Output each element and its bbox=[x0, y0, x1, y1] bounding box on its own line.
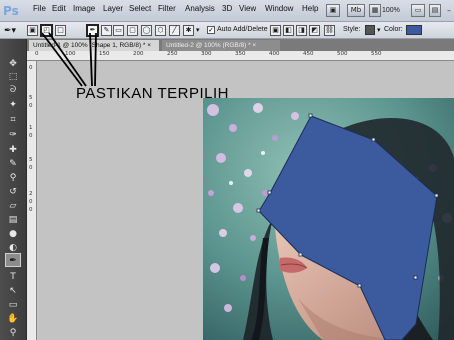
clone-stamp-tool-icon[interactable]: ⚲ bbox=[5, 171, 21, 185]
menu-analysis[interactable]: Analysis bbox=[185, 4, 215, 13]
style-label: Style: bbox=[343, 26, 361, 33]
lasso-tool-icon[interactable]: ᘐ bbox=[5, 83, 21, 97]
ruler-tick-label: 450 bbox=[303, 51, 314, 57]
freeform-pen-button[interactable]: ✎ bbox=[101, 25, 112, 36]
ruler-tick-label: 100 bbox=[65, 51, 76, 57]
color-swatch[interactable] bbox=[406, 25, 422, 35]
line-button[interactable]: ╱ bbox=[169, 25, 180, 36]
tab-untitled-2[interactable]: Untitled-2 @ 100% (RGB/8) * × bbox=[162, 40, 280, 51]
quick-select-tool-icon[interactable]: ✦ bbox=[5, 98, 21, 112]
add-to-shape-area-button[interactable]: ▣ bbox=[270, 25, 281, 36]
marquee-tool-icon[interactable]: ⬚ bbox=[5, 70, 21, 84]
ruler-tick-label: 5 bbox=[29, 157, 33, 163]
ruler-tick-label: 5 bbox=[29, 95, 33, 101]
rectangle-shape-button[interactable]: ▭ bbox=[113, 25, 124, 36]
ruler-tick-label: 200 bbox=[133, 51, 144, 57]
blur-tool-icon[interactable]: ● bbox=[5, 227, 21, 241]
menu-file[interactable]: File bbox=[33, 4, 46, 13]
screen-mode-icon[interactable]: ▭ bbox=[411, 4, 425, 17]
menu-window[interactable]: Window bbox=[265, 4, 293, 13]
window-minimize-icon[interactable]: – bbox=[443, 5, 454, 16]
horizontal-ruler: 0 100 150 200 250 300 350 400 450 500 55… bbox=[27, 51, 454, 61]
annotation-text: PASTIKAN TERPILIH bbox=[76, 85, 229, 102]
photoshop-logo: Ps bbox=[3, 4, 19, 18]
ellipse-button[interactable]: ◯ bbox=[141, 25, 152, 36]
menu-select[interactable]: Select bbox=[129, 4, 151, 13]
move-tool-icon[interactable]: ✥ bbox=[5, 57, 21, 71]
crop-tool-icon[interactable]: ⌗ bbox=[5, 113, 21, 127]
shape-layers-mode-button[interactable]: ▣ bbox=[27, 25, 38, 36]
hand-tool-icon[interactable]: ✋ bbox=[5, 312, 21, 326]
view-extras-icon[interactable]: ▦ bbox=[369, 4, 381, 17]
ruler-tick-label: 0 bbox=[29, 133, 33, 139]
document-canvas[interactable] bbox=[203, 98, 454, 340]
auto-add-delete-label: Auto Add/Delete bbox=[217, 26, 268, 33]
geometry-options-icon[interactable]: ▾ bbox=[196, 26, 200, 34]
link-layer-style-button[interactable]: ⛓ bbox=[324, 25, 335, 36]
ruler-tick-label: 500 bbox=[337, 51, 348, 57]
ruler-tick-label: 0 bbox=[29, 207, 33, 213]
brush-tool-icon[interactable]: ✎ bbox=[5, 157, 21, 171]
menu-filter[interactable]: Filter bbox=[158, 4, 176, 13]
ruler-tick-label: 400 bbox=[269, 51, 280, 57]
ruler-tick-label: 550 bbox=[371, 51, 382, 57]
shape-tool-icon[interactable]: ▭ bbox=[5, 298, 21, 312]
gradient-tool-icon[interactable]: ▤ bbox=[5, 213, 21, 227]
menu-image[interactable]: Image bbox=[73, 4, 95, 13]
pen-tool-icon[interactable]: ✒ bbox=[5, 253, 21, 267]
intersect-shape-area-button[interactable]: ◨ bbox=[296, 25, 307, 36]
style-dropdown-icon[interactable]: ▾ bbox=[377, 26, 381, 34]
ruler-tick-label: 0 bbox=[29, 199, 33, 205]
polygon-button[interactable]: ⬡ bbox=[155, 25, 166, 36]
ruler-tick-label: 150 bbox=[99, 51, 110, 57]
ruler-tick-label: 250 bbox=[167, 51, 178, 57]
fill-pixels-mode-button[interactable]: □ bbox=[55, 25, 66, 36]
menu-3d[interactable]: 3D bbox=[222, 4, 232, 13]
path-select-tool-icon[interactable]: ↖ bbox=[5, 284, 21, 298]
ruler-tick-label: 1 bbox=[29, 125, 33, 131]
history-brush-tool-icon[interactable]: ↺ bbox=[5, 185, 21, 199]
menu-view[interactable]: View bbox=[239, 4, 256, 13]
exclude-shape-area-button[interactable]: ◩ bbox=[309, 25, 320, 36]
vertical-ruler: 0 5 0 1 0 5 0 2 0 0 bbox=[27, 61, 37, 340]
type-tool-icon[interactable]: T bbox=[5, 270, 21, 284]
menu-help[interactable]: Help bbox=[302, 4, 318, 13]
menu-bar: Ps File Edit Image Layer Select Filter A… bbox=[0, 0, 454, 22]
ruler-tick-label: 300 bbox=[201, 51, 212, 57]
menu-edit[interactable]: Edit bbox=[52, 4, 66, 13]
custom-shape-button[interactable]: ✱ bbox=[183, 25, 194, 36]
paths-mode-button[interactable]: ◰ bbox=[40, 24, 53, 37]
ruler-tick-label: 350 bbox=[235, 51, 246, 57]
eraser-tool-icon[interactable]: ▱ bbox=[5, 199, 21, 213]
ruler-tick-label: 0 bbox=[29, 103, 33, 109]
options-bar: ✒▾ ▣ ◰ □ ✒ ✎ ▭ ▢ ◯ ⬡ ╱ ✱ ▾ ✓ Auto Add/De… bbox=[0, 22, 454, 39]
document-tab-bar: Untitled-1 @ 100% (Shape 1, RGB/8) * × U… bbox=[27, 39, 454, 51]
auto-add-delete-checkbox[interactable]: ✓ bbox=[207, 26, 215, 34]
eyedropper-tool-icon[interactable]: ✑ bbox=[5, 128, 21, 142]
color-label: Color: bbox=[384, 26, 403, 33]
subtract-shape-area-button[interactable]: ◧ bbox=[283, 25, 294, 36]
style-picker[interactable] bbox=[365, 25, 375, 35]
ruler-tick-label: 2 bbox=[29, 191, 33, 197]
rounded-rectangle-button[interactable]: ▢ bbox=[127, 25, 138, 36]
arrange-documents-icon[interactable]: ▤ bbox=[429, 4, 441, 17]
menu-layer[interactable]: Layer bbox=[103, 4, 123, 13]
healing-tool-icon[interactable]: ✚ bbox=[5, 143, 21, 157]
zoom-tool-icon[interactable]: ⚲ bbox=[5, 326, 21, 340]
ruler-tick-label: 0 bbox=[29, 65, 33, 71]
pen-shape-layer[interactable] bbox=[203, 98, 454, 340]
pen-button[interactable]: ✒ bbox=[86, 24, 99, 37]
ruler-tick-label: 0 bbox=[29, 165, 33, 171]
toolbox: ✥ ⬚ ᘐ ✦ ⌗ ✑ ✚ ✎ ⚲ ↺ ▱ ▤ ● ◐ ✒ T ↖ ▭ ✋ ⚲ bbox=[0, 39, 27, 340]
ruler-tick-label: 0 bbox=[35, 51, 39, 57]
mini-bridge-icon[interactable]: Mb bbox=[347, 4, 365, 17]
bridge-icon[interactable]: ▣ bbox=[326, 4, 340, 17]
tab-untitled-1[interactable]: Untitled-1 @ 100% (Shape 1, RGB/8) * × bbox=[29, 40, 159, 51]
pen-tool-preset-icon[interactable]: ✒▾ bbox=[4, 25, 16, 36]
